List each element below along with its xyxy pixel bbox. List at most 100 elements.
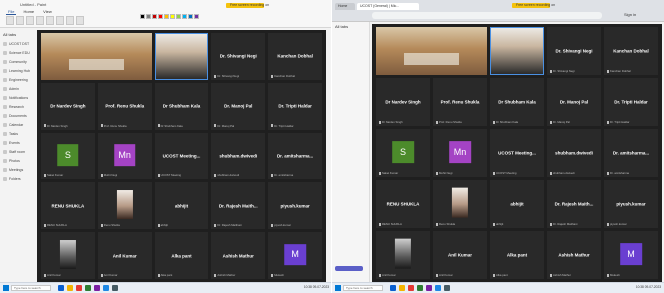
participant-tile[interactable]: abhijit abhijit	[490, 180, 544, 228]
participant-tile[interactable]: Anil Kumar Anil Kumar	[433, 231, 487, 279]
start-icon[interactable]	[335, 285, 341, 291]
participant-tile[interactable]: RENU SHUKLA RENU SHUKLA	[376, 180, 430, 228]
color-swatch[interactable]	[140, 14, 145, 19]
participant-tile[interactable]: UCOST Meeting... UCOST Meeting	[490, 129, 544, 177]
sidebar-item[interactable]: Documents	[0, 111, 36, 120]
app-icon[interactable]	[399, 285, 405, 291]
participant-tile[interactable]: Dr Shubham Kala Dr Shubham Kala	[154, 82, 209, 130]
shapes-icon[interactable]	[76, 16, 84, 25]
app-icon[interactable]	[103, 285, 109, 291]
sidebar-item[interactable]: Research	[0, 102, 36, 111]
color-swatch[interactable]	[194, 14, 199, 19]
sidebar-item[interactable]: Learning Hub	[0, 66, 36, 75]
app-icon[interactable]	[94, 285, 100, 291]
tab-file[interactable]: File	[6, 9, 17, 15]
app-icon[interactable]	[112, 285, 118, 291]
sidebar-item[interactable]: UCOST DST	[0, 39, 36, 48]
app-icon[interactable]	[85, 285, 91, 291]
participant-tile[interactable]: piyush.kumar piyush.kumar	[268, 182, 322, 230]
participant-tile[interactable]: M Mukesh	[604, 231, 658, 279]
participant-tile[interactable]: S Saket Kumar	[376, 129, 430, 177]
color-swatch[interactable]	[158, 14, 163, 19]
sidebar-item[interactable]: Folders	[0, 174, 36, 183]
sidebar-item[interactable]: Engineering	[0, 75, 36, 84]
tab-home[interactable]: Home	[21, 9, 36, 15]
participant-tile[interactable]: Mn Mohit Negi	[97, 132, 152, 180]
color-swatch[interactable]	[170, 14, 175, 19]
participant-tile[interactable]: Dr Shubham Kala Dr Shubham Kala	[490, 78, 544, 126]
start-icon[interactable]	[3, 285, 9, 291]
browser-tab-ucost[interactable]: UCOST (General) | Mic...	[357, 3, 419, 10]
sidebar-item[interactable]: Staff room	[0, 147, 36, 156]
participant-tile[interactable]: M Mukesh	[268, 232, 322, 279]
app-icon[interactable]	[408, 285, 414, 291]
sidebar-item[interactable]: Events	[0, 138, 36, 147]
color-swatch[interactable]	[164, 14, 169, 19]
participant-tile[interactable]: piyush.kumar piyush.kumar	[604, 180, 658, 228]
participant-tile[interactable]: Dr. Shivangi Negi Dr. Shivangi Negi	[211, 33, 266, 80]
participant-tile[interactable]: S Saket Kumar	[41, 132, 95, 180]
participant-tile[interactable]: shubham.dwivedi shubham.dwivedi	[547, 129, 601, 177]
participant-tile[interactable]	[41, 33, 152, 80]
sidebar-item[interactable]: Science EDU	[0, 48, 36, 57]
address-bar[interactable]	[372, 12, 602, 19]
select-icon[interactable]	[16, 16, 24, 25]
participant-tile[interactable]: Ashish Mathur Ashish Mathur	[547, 231, 601, 279]
participant-tile[interactable]: Anil Kumar	[376, 231, 430, 279]
participant-tile[interactable]: Renu Shukla	[433, 180, 487, 228]
paste-icon[interactable]	[6, 16, 14, 25]
participant-tile[interactable]	[490, 27, 544, 75]
participant-tile[interactable]: Kanchan Dobhal Kanchan Dobhal	[604, 27, 658, 75]
app-icon[interactable]	[435, 285, 441, 291]
participant-tile[interactable]: Dr. Rajesh Maith... Dr. Rajesh Maithani	[211, 182, 266, 230]
taskbar-search[interactable]: Type here to search	[343, 285, 383, 291]
participant-tile[interactable]	[376, 27, 487, 75]
participant-tile[interactable]: UCOST Meeting... UCOST Meeting	[154, 132, 209, 180]
participant-tile[interactable]: Dr. Shivangi Negi Dr. Shivangi Negi	[547, 27, 601, 75]
participant-tile[interactable]: Renu Shukla	[97, 182, 152, 230]
text-icon[interactable]	[56, 16, 64, 25]
participant-tile[interactable]: shubham.dwivedi shubham.dwivedi	[211, 132, 266, 180]
sidebar-item[interactable]: Meetings	[0, 165, 36, 174]
participant-tile[interactable]: Dr. amitsharma... Dr. amitsharma	[268, 132, 322, 180]
participant-tile[interactable]: Dr. Manoj Pal Dr. Manoj Pal	[211, 82, 266, 130]
participant-tile[interactable]: Alka pant Alka pant	[154, 232, 209, 279]
sidebar-item[interactable]: Community	[0, 57, 36, 66]
participant-tile[interactable]: Alka pant Alka pant	[490, 231, 544, 279]
brush-icon[interactable]	[66, 16, 74, 25]
participant-tile[interactable]: Anil Kumar	[41, 232, 95, 279]
app-icon[interactable]	[390, 285, 396, 291]
participant-tile[interactable]: Dr. Manoj Pal Dr. Manoj Pal	[547, 78, 601, 126]
sign-in-link[interactable]: Sign in	[624, 12, 636, 17]
app-icon[interactable]	[417, 285, 423, 291]
sidebar-item[interactable]: Photos	[0, 156, 36, 165]
participant-tile[interactable]: Mn Mohit Negi	[433, 129, 487, 177]
participant-tile[interactable]: Dr. Tripti Haldar Dr. Tripti Haldar	[604, 78, 658, 126]
pencil-icon[interactable]	[36, 16, 44, 25]
meet-now-button[interactable]	[335, 266, 363, 271]
fill-icon[interactable]	[46, 16, 54, 25]
participant-tile[interactable]	[154, 33, 209, 80]
app-icon[interactable]	[444, 285, 450, 291]
color-swatch[interactable]	[146, 14, 151, 19]
app-icon[interactable]	[426, 285, 432, 291]
color-swatch[interactable]	[152, 14, 157, 19]
crop-icon[interactable]	[26, 16, 34, 25]
participant-tile[interactable]: Kanchan Dobhal Kanchan Dobhal	[268, 33, 322, 80]
participant-tile[interactable]: Prof. Renu Shukla Prof. Renu Shukla	[433, 78, 487, 126]
color-swatch[interactable]	[182, 14, 187, 19]
participant-tile[interactable]: Dr Nardev Singh Dr Nardev Singh	[41, 82, 95, 130]
app-icon[interactable]	[76, 285, 82, 291]
color-swatch[interactable]	[188, 14, 193, 19]
participant-tile[interactable]: Dr. Rajesh Maith... Dr. Rajesh Maithani	[547, 180, 601, 228]
taskbar-search[interactable]: Type here to search	[11, 285, 51, 291]
color-swatch[interactable]	[176, 14, 181, 19]
sidebar-item[interactable]: Notifications	[0, 93, 36, 102]
participant-tile[interactable]: Dr. Tripti Haldar Dr. Tripti Haldar	[268, 82, 322, 130]
sidebar-item[interactable]: Calendar	[0, 120, 36, 129]
participant-tile[interactable]: Dr Nardev Singh Dr Nardev Singh	[376, 78, 430, 126]
app-icon[interactable]	[67, 285, 73, 291]
tab-view[interactable]: View	[41, 9, 54, 15]
sidebar-item[interactable]: Admin	[0, 84, 36, 93]
participant-tile[interactable]: Anil Kumar Anil Kumar	[97, 232, 152, 279]
